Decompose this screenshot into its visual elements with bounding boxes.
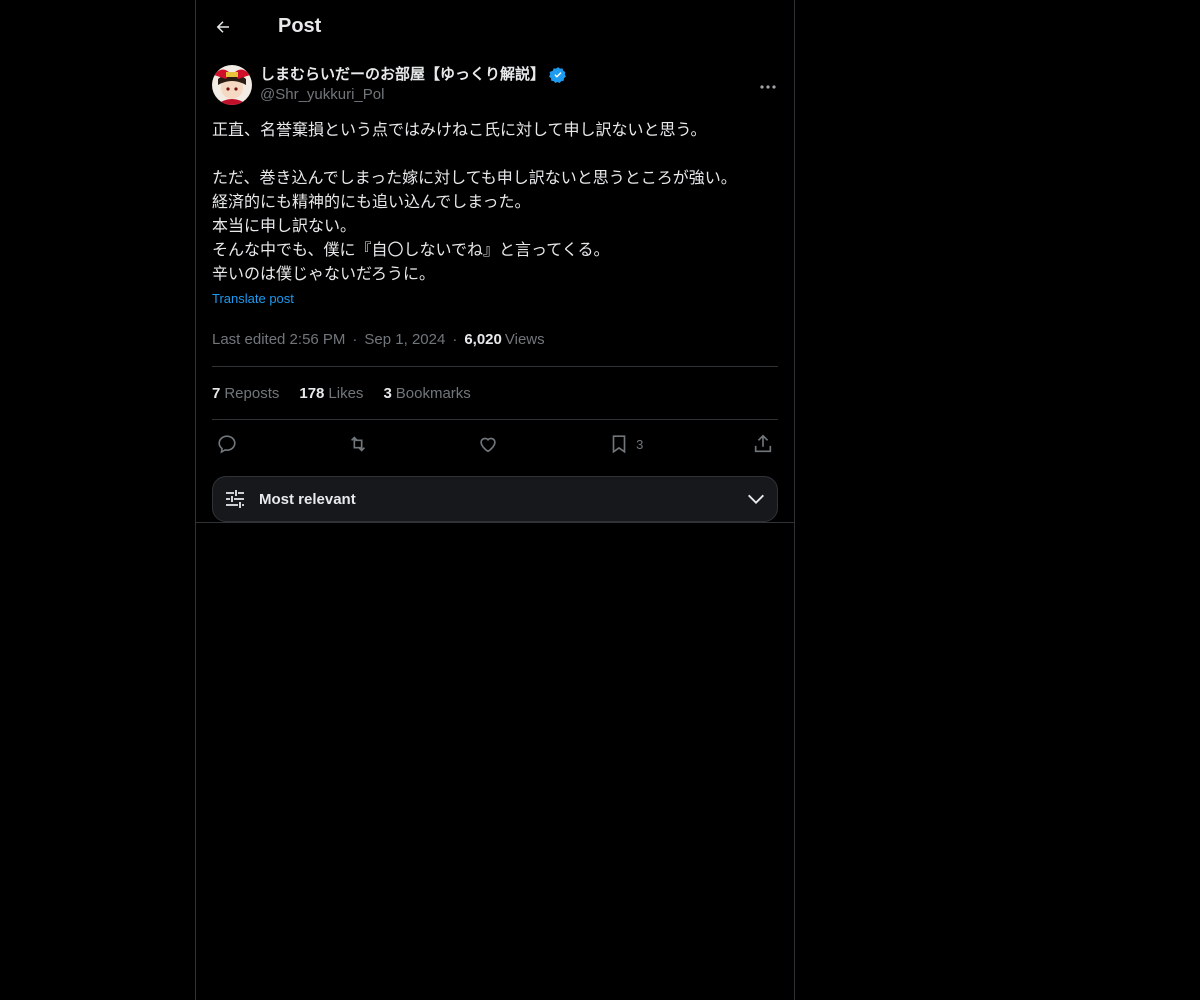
likes-stat[interactable]: 178 Likes (299, 385, 363, 402)
bookmarks-stat[interactable]: 3 Bookmarks (383, 385, 470, 402)
back-button[interactable] (206, 10, 240, 44)
engagement-stats: 7 Reposts 178 Likes 3 Bookmarks (212, 366, 778, 420)
repost-icon (347, 433, 369, 455)
page-header: Post (196, 0, 794, 53)
sort-replies-dropdown[interactable]: Most relevant (212, 476, 778, 522)
post-text: 正直、名誉棄損という点ではみけねこ氏に対して申し訳ないと思う。 ただ、巻き込んで… (212, 119, 778, 287)
avatar[interactable] (212, 65, 252, 105)
post-line: ただ、巻き込んでしまった嫁に対しても申し訳ないと思うところが強い。 (212, 170, 737, 187)
author-row: しまむらいだーのお部屋【ゆっくり解説】 @Shr_yukkuri_Pol (212, 65, 778, 105)
bookmark-count: 3 (636, 436, 644, 452)
post-line: そんな中でも、僕に『自〇しないでね』と言ってくる。 (212, 242, 610, 259)
chevron-down-icon (745, 488, 767, 510)
post-meta: Last edited 2:56 PM · Sep 1, 2024 · 6,02… (212, 330, 778, 350)
reply-button[interactable] (216, 433, 238, 455)
post-line: 辛いのは僕じゃないだろうに。 (212, 266, 436, 283)
views-count: 6,020 (464, 331, 502, 348)
repost-button[interactable] (347, 433, 369, 455)
reply-icon (216, 433, 238, 455)
page-title: Post (278, 15, 322, 37)
translate-post-link[interactable]: Translate post (212, 291, 294, 306)
reposts-stat[interactable]: 7 Reposts (212, 385, 279, 402)
separator-dot: · (452, 331, 458, 348)
author-name[interactable]: しまむらいだーのお部屋【ゆっくり解説】 (260, 65, 545, 85)
bookmark-icon (608, 433, 630, 455)
post-line: 経済的にも精神的にも追い込んでしまった。 (212, 194, 531, 211)
reposts-label: Reposts (224, 384, 280, 402)
like-button[interactable] (477, 433, 499, 455)
like-icon (477, 433, 499, 455)
bookmark-button[interactable]: 3 (608, 433, 643, 455)
likes-count: 178 (299, 384, 325, 402)
post-line: 本当に申し訳ない。 (212, 218, 357, 235)
author-handle[interactable]: @Shr_yukkuri_Pol (260, 85, 567, 105)
post: しまむらいだーのお部屋【ゆっくり解説】 @Shr_yukkuri_Pol 正直、… (196, 65, 794, 522)
post-line (212, 143, 778, 167)
sliders-icon (223, 487, 247, 511)
post-date[interactable]: Sep 1, 2024 (364, 330, 445, 350)
more-dots-icon (760, 85, 776, 89)
separator-dot: · (352, 331, 358, 348)
post-line: 正直、名誉棄損という点ではみけねこ氏に対して申し訳ないと思う。 (212, 122, 707, 139)
arrow-left-icon (214, 18, 232, 36)
author-info: しまむらいだーのお部屋【ゆっくり解説】 @Shr_yukkuri_Pol (260, 65, 567, 105)
edited-time[interactable]: Last edited 2:56 PM (212, 330, 345, 350)
views-label: Views (504, 331, 545, 348)
action-bar: 3 (212, 420, 778, 468)
verified-badge-icon[interactable] (549, 66, 567, 84)
main-column: Post しまむらいだーのお部屋【ゆっくり解説】 @Shr_yukkuri_Po… (195, 0, 795, 1000)
bookmarks-label: Bookmarks (395, 384, 471, 402)
sort-label: Most relevant (259, 490, 356, 508)
share-button[interactable] (752, 433, 774, 455)
reposts-count: 7 (212, 384, 221, 402)
likes-label: Likes (328, 384, 364, 402)
share-icon (752, 433, 774, 455)
more-options-button[interactable] (758, 77, 778, 97)
divider (196, 522, 794, 523)
author-name-line[interactable]: しまむらいだーのお部屋【ゆっくり解説】 (260, 65, 567, 85)
bookmarks-count: 3 (383, 384, 392, 402)
